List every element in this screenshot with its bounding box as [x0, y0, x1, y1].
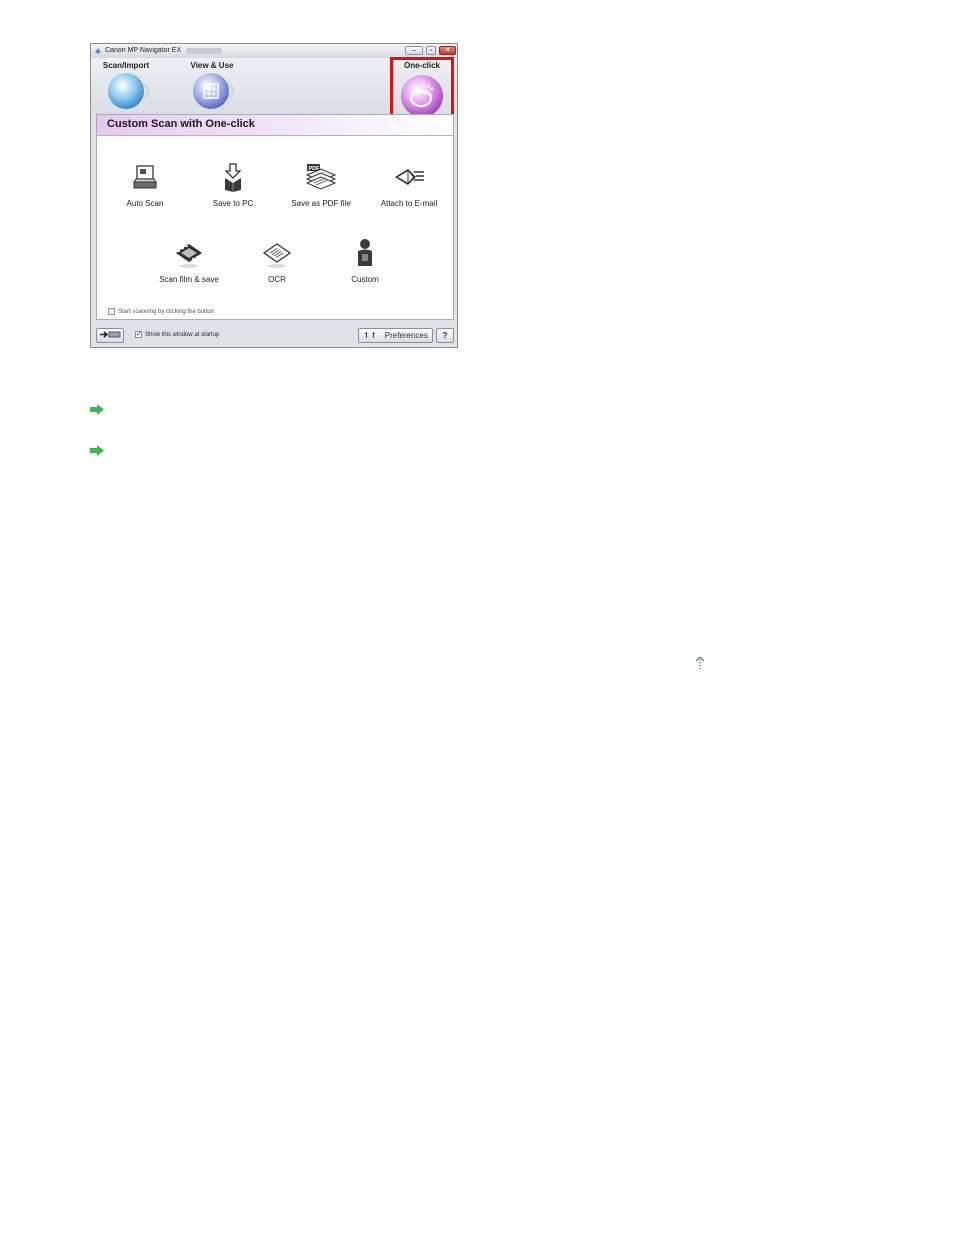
email-icon — [395, 169, 424, 185]
film-icon — [176, 244, 202, 268]
custom-button[interactable]: Custom — [327, 237, 403, 284]
minimize-button[interactable]: – — [405, 46, 423, 55]
toggle-view-button[interactable] — [96, 328, 124, 343]
custom-scan-panel: Custom Scan with One-click Auto Scan Sav… — [96, 114, 454, 320]
preferences-label: Preferences — [384, 331, 428, 340]
up-arrow-icon — [695, 656, 705, 669]
show-at-startup-checkbox-box[interactable]: ✓ — [135, 331, 142, 338]
window-title: Canon MP Navigator EX — [105, 47, 182, 54]
page-top-link[interactable] — [694, 656, 706, 675]
close-button[interactable]: ✕ — [439, 46, 456, 55]
green-arrow-icon — [90, 404, 104, 415]
show-at-startup-checkbox[interactable]: ✓ Show this window at startup — [135, 331, 219, 338]
tab-scan-import[interactable]: Scan/Import — [97, 58, 155, 109]
auto-scan-button[interactable]: Auto Scan — [107, 163, 183, 208]
window-footer: ✓ Show this window at startup ↿↾ Preferen… — [91, 322, 457, 348]
preferences-icon: ↿↾ — [363, 331, 377, 340]
custom-label: Custom — [351, 275, 379, 284]
preferences-button[interactable]: ↿↾ Preferences — [358, 328, 433, 343]
start-scanning-label: Start scanning by clicking the button — [118, 309, 215, 316]
tab-scan-import-label: Scan/Import — [102, 61, 150, 70]
attach-to-email-label: Attach to E-mail — [380, 199, 438, 208]
help-button[interactable]: ? — [436, 328, 454, 343]
help-label: ? — [442, 331, 448, 340]
mp-navigator-window: Canon MP Navigator EX – ▫ ✕ Scan/Import … — [90, 43, 458, 348]
ocr-icon — [262, 243, 292, 268]
scan-film-save-label: Scan film & save — [159, 275, 219, 284]
tab-view-use-label: View & Use — [190, 61, 234, 70]
title-blurred-text — [186, 48, 222, 54]
panel-title: Custom Scan with One-click — [107, 118, 255, 130]
save-as-pdf-button[interactable]: PDF Save as PDF file — [283, 163, 359, 208]
scan-film-save-button[interactable]: Scan film & save — [151, 239, 227, 284]
save-to-pc-label: Save to PC — [212, 199, 254, 208]
start-scanning-checkbox-box[interactable] — [108, 308, 115, 315]
show-at-startup-label: Show this window at startup — [145, 332, 220, 339]
attach-to-email-button[interactable]: Attach to E-mail — [371, 163, 447, 208]
scanner-icon — [108, 73, 144, 109]
auto-scan-label: Auto Scan — [126, 199, 164, 208]
pdf-icon: PDF — [305, 164, 337, 190]
auto-scan-icon — [133, 165, 157, 189]
tab-view-use[interactable]: View & Use — [183, 58, 241, 109]
ocr-label: OCR — [268, 275, 286, 284]
grid-glyph-icon — [203, 83, 219, 99]
custom-person-icon — [358, 239, 372, 266]
photo-grid-icon — [193, 73, 229, 109]
arrow-panel-icon — [100, 331, 121, 338]
save-to-pc-button[interactable]: Save to PC — [195, 163, 271, 208]
ocr-button[interactable]: OCR — [239, 239, 315, 284]
panel-header: Custom Scan with One-click — [97, 115, 453, 136]
green-arrow-icon — [90, 445, 104, 456]
start-scanning-checkbox[interactable]: Start scanning by clicking the button — [108, 308, 214, 315]
app-logo-icon — [95, 48, 101, 54]
restore-button[interactable]: ▫ — [426, 46, 436, 55]
save-to-pc-icon — [224, 163, 242, 192]
link-arrow-2[interactable] — [90, 443, 104, 461]
link-arrow-1[interactable] — [90, 402, 104, 420]
save-as-pdf-label: Save as PDF file — [291, 199, 351, 208]
